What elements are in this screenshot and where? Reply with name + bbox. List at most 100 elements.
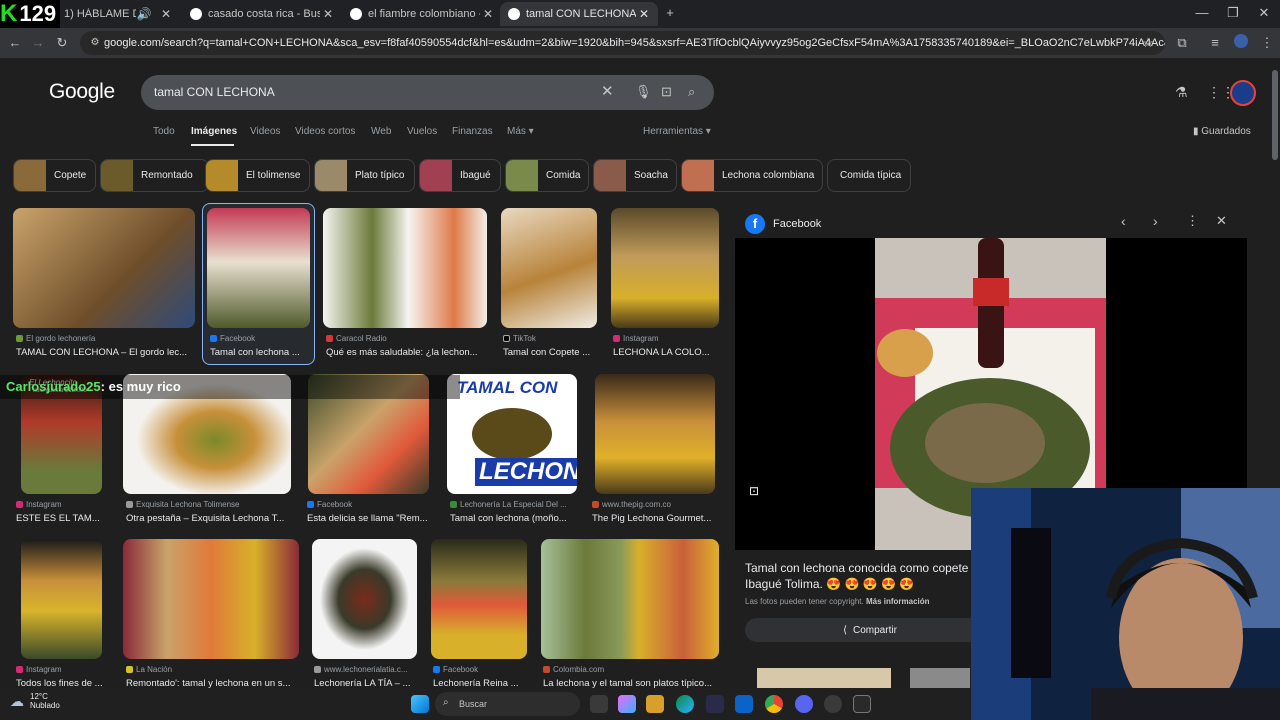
page-scrollbar-thumb[interactable]	[1272, 70, 1278, 160]
result-image[interactable]: TAMAL CON LECHONA	[447, 374, 577, 494]
maximize-icon[interactable]: ❐	[1224, 4, 1242, 22]
tab-vuelos[interactable]: Vuelos	[407, 126, 437, 137]
result-caption[interactable]: LECHONA LA COLO...	[613, 347, 719, 358]
tab-web[interactable]: Web	[371, 126, 391, 137]
chip-plato-tipico[interactable]: Plato típico	[314, 159, 415, 192]
address-bar[interactable]: google.com/search?q=tamal+CON+LECHONA&sc…	[80, 31, 1165, 55]
result-caption[interactable]: Tamal con lechona (moño...	[450, 513, 577, 524]
chip-comida-tipica[interactable]: Comida típica	[827, 159, 911, 192]
result-image[interactable]	[611, 208, 719, 328]
result-caption[interactable]: Qué es más saludable: ¿la lechon...	[326, 347, 486, 358]
store-icon[interactable]	[706, 695, 724, 713]
voice-search-icon[interactable]: 🎙	[635, 84, 652, 100]
share-button[interactable]: ⟨ Compartir	[745, 618, 995, 642]
result-caption[interactable]: Otra pestaña – Exquisita Lechona T...	[126, 513, 291, 524]
chrome-icon[interactable]	[765, 695, 783, 713]
minimize-icon[interactable]: —	[1193, 4, 1211, 22]
more-options-icon[interactable]: ⋮	[1186, 213, 1199, 229]
result-caption[interactable]: TAMAL CON LECHONA – El gordo lec...	[16, 347, 196, 358]
close-panel-icon[interactable]: ✕	[1216, 213, 1227, 229]
more-info-link[interactable]: Más información	[866, 597, 930, 606]
outlook-icon[interactable]	[735, 695, 753, 713]
result-image[interactable]	[323, 208, 487, 328]
chip-remontado[interactable]: Remontado	[100, 159, 209, 192]
tab-imagenes[interactable]: Imágenes	[191, 126, 237, 137]
search-input[interactable]: tamal CON LECHONA	[154, 85, 275, 99]
chip-comida[interactable]: Comida	[505, 159, 589, 192]
tab-finanzas[interactable]: Finanzas	[452, 126, 493, 137]
result-image[interactable]	[207, 208, 310, 328]
weather-widget[interactable]: ☁ 12°C Nublado	[10, 692, 60, 710]
site-info-icon[interactable]: ⚙	[86, 34, 104, 52]
taskbar-search[interactable]: ⌕ Buscar	[435, 692, 580, 716]
tab-videos-cortos[interactable]: Videos cortos	[295, 126, 355, 137]
tab-videos[interactable]: Videos	[250, 126, 280, 137]
result-caption[interactable]: La lechona y el tamal son platos típico.…	[543, 678, 719, 688]
windows-start-icon[interactable]	[411, 695, 429, 713]
search-icon[interactable]: ⌕	[688, 84, 695, 100]
result-image[interactable]	[501, 208, 597, 328]
account-avatar[interactable]	[1230, 80, 1256, 106]
back-icon[interactable]: ←	[6, 34, 24, 52]
close-window-icon[interactable]: ✕	[1255, 4, 1273, 22]
edge-browser-icon[interactable]	[676, 695, 694, 713]
lens-icon[interactable]: ⊡	[749, 484, 759, 498]
obs-icon[interactable]	[824, 695, 842, 713]
saved-button[interactable]: ▮ Guardados	[1193, 126, 1251, 137]
profile-avatar[interactable]	[1232, 34, 1250, 52]
tools-button[interactable]: Herramientas ▾	[643, 126, 711, 137]
tab-1[interactable]: 1) HÁBLAME DE DINERO 🔊 ✕	[56, 2, 180, 26]
reload-icon[interactable]: ↻	[53, 34, 71, 52]
browser-menu-icon[interactable]: ⋮	[1258, 34, 1276, 52]
close-tab-icon[interactable]: ✕	[480, 7, 496, 21]
file-explorer-icon[interactable]	[646, 695, 664, 713]
prev-image-icon[interactable]: ‹	[1121, 213, 1126, 229]
panel-source[interactable]: Facebook	[773, 218, 821, 230]
new-tab-icon[interactable]: +	[661, 4, 679, 22]
result-caption[interactable]: Todos los fines de ...	[16, 678, 111, 688]
tab-mas[interactable]: Más ▾	[507, 126, 534, 137]
chip-ibague[interactable]: Ibagué	[419, 159, 501, 192]
discord-icon[interactable]	[795, 695, 813, 713]
chip-lechona-colombiana[interactable]: Lechona colombiana	[681, 159, 823, 192]
result-image[interactable]	[123, 539, 299, 659]
chip-el-tolimense[interactable]: El tolimense	[205, 159, 310, 192]
close-tab-icon[interactable]: ✕	[636, 7, 652, 21]
result-caption[interactable]: Remontado': tamal y lechona en un s...	[126, 678, 299, 688]
extensions-icon[interactable]: ⧉	[1173, 34, 1191, 52]
tab-4-active[interactable]: tamal CON LECHONA - Buscar ✕	[500, 2, 658, 26]
result-caption[interactable]: Lechonería Reina ...	[433, 678, 528, 688]
tab-2[interactable]: casado costa rica - Buscar con G ✕	[182, 2, 342, 26]
chip-copete[interactable]: Copete	[13, 159, 96, 192]
forward-icon[interactable]: →	[29, 34, 47, 52]
result-image[interactable]	[312, 539, 417, 659]
tab-3[interactable]: el fiambre colombiano - Buscar ✕	[342, 2, 502, 26]
related-thumb[interactable]	[910, 668, 970, 688]
task-view-icon[interactable]	[590, 695, 608, 713]
close-tab-icon[interactable]: ✕	[158, 7, 174, 21]
next-image-icon[interactable]: ›	[1153, 213, 1158, 229]
result-caption[interactable]: Tamal con lechona ...	[210, 347, 310, 358]
result-image[interactable]	[541, 539, 719, 659]
google-logo[interactable]: Google	[49, 80, 115, 104]
bookmark-star-icon[interactable]: ☆	[1139, 34, 1157, 52]
close-tab-icon[interactable]: ✕	[320, 7, 336, 21]
result-caption[interactable]: Esta delicia se llama "Rem...	[307, 513, 429, 524]
result-image[interactable]	[595, 374, 715, 494]
result-caption[interactable]: Lechonería LA TÍA – ...	[314, 678, 418, 688]
result-image[interactable]	[431, 539, 527, 659]
related-thumb[interactable]	[757, 668, 891, 688]
result-caption[interactable]: ESTE ES EL TAM...	[16, 513, 111, 524]
panel-title[interactable]: Tamal con lechona conocida como copete I…	[745, 560, 985, 592]
copilot-icon[interactable]	[618, 695, 636, 713]
clear-search-icon[interactable]: ✕	[601, 82, 614, 100]
result-caption[interactable]: The Pig Lechona Gourmet...	[592, 513, 717, 524]
search-box[interactable]: tamal CON LECHONA ✕ 🎙 ⊡ ⌕	[141, 75, 714, 110]
result-image[interactable]	[13, 208, 195, 328]
media-control-icon[interactable]: ≡	[1206, 34, 1224, 52]
result-caption[interactable]: Tamal con Copete ...	[503, 347, 597, 358]
lens-search-icon[interactable]: ⊡	[661, 84, 672, 100]
tab-todo[interactable]: Todo	[153, 126, 175, 137]
speaker-icon[interactable]: 🔊	[136, 7, 152, 21]
epic-games-icon[interactable]	[853, 695, 871, 713]
